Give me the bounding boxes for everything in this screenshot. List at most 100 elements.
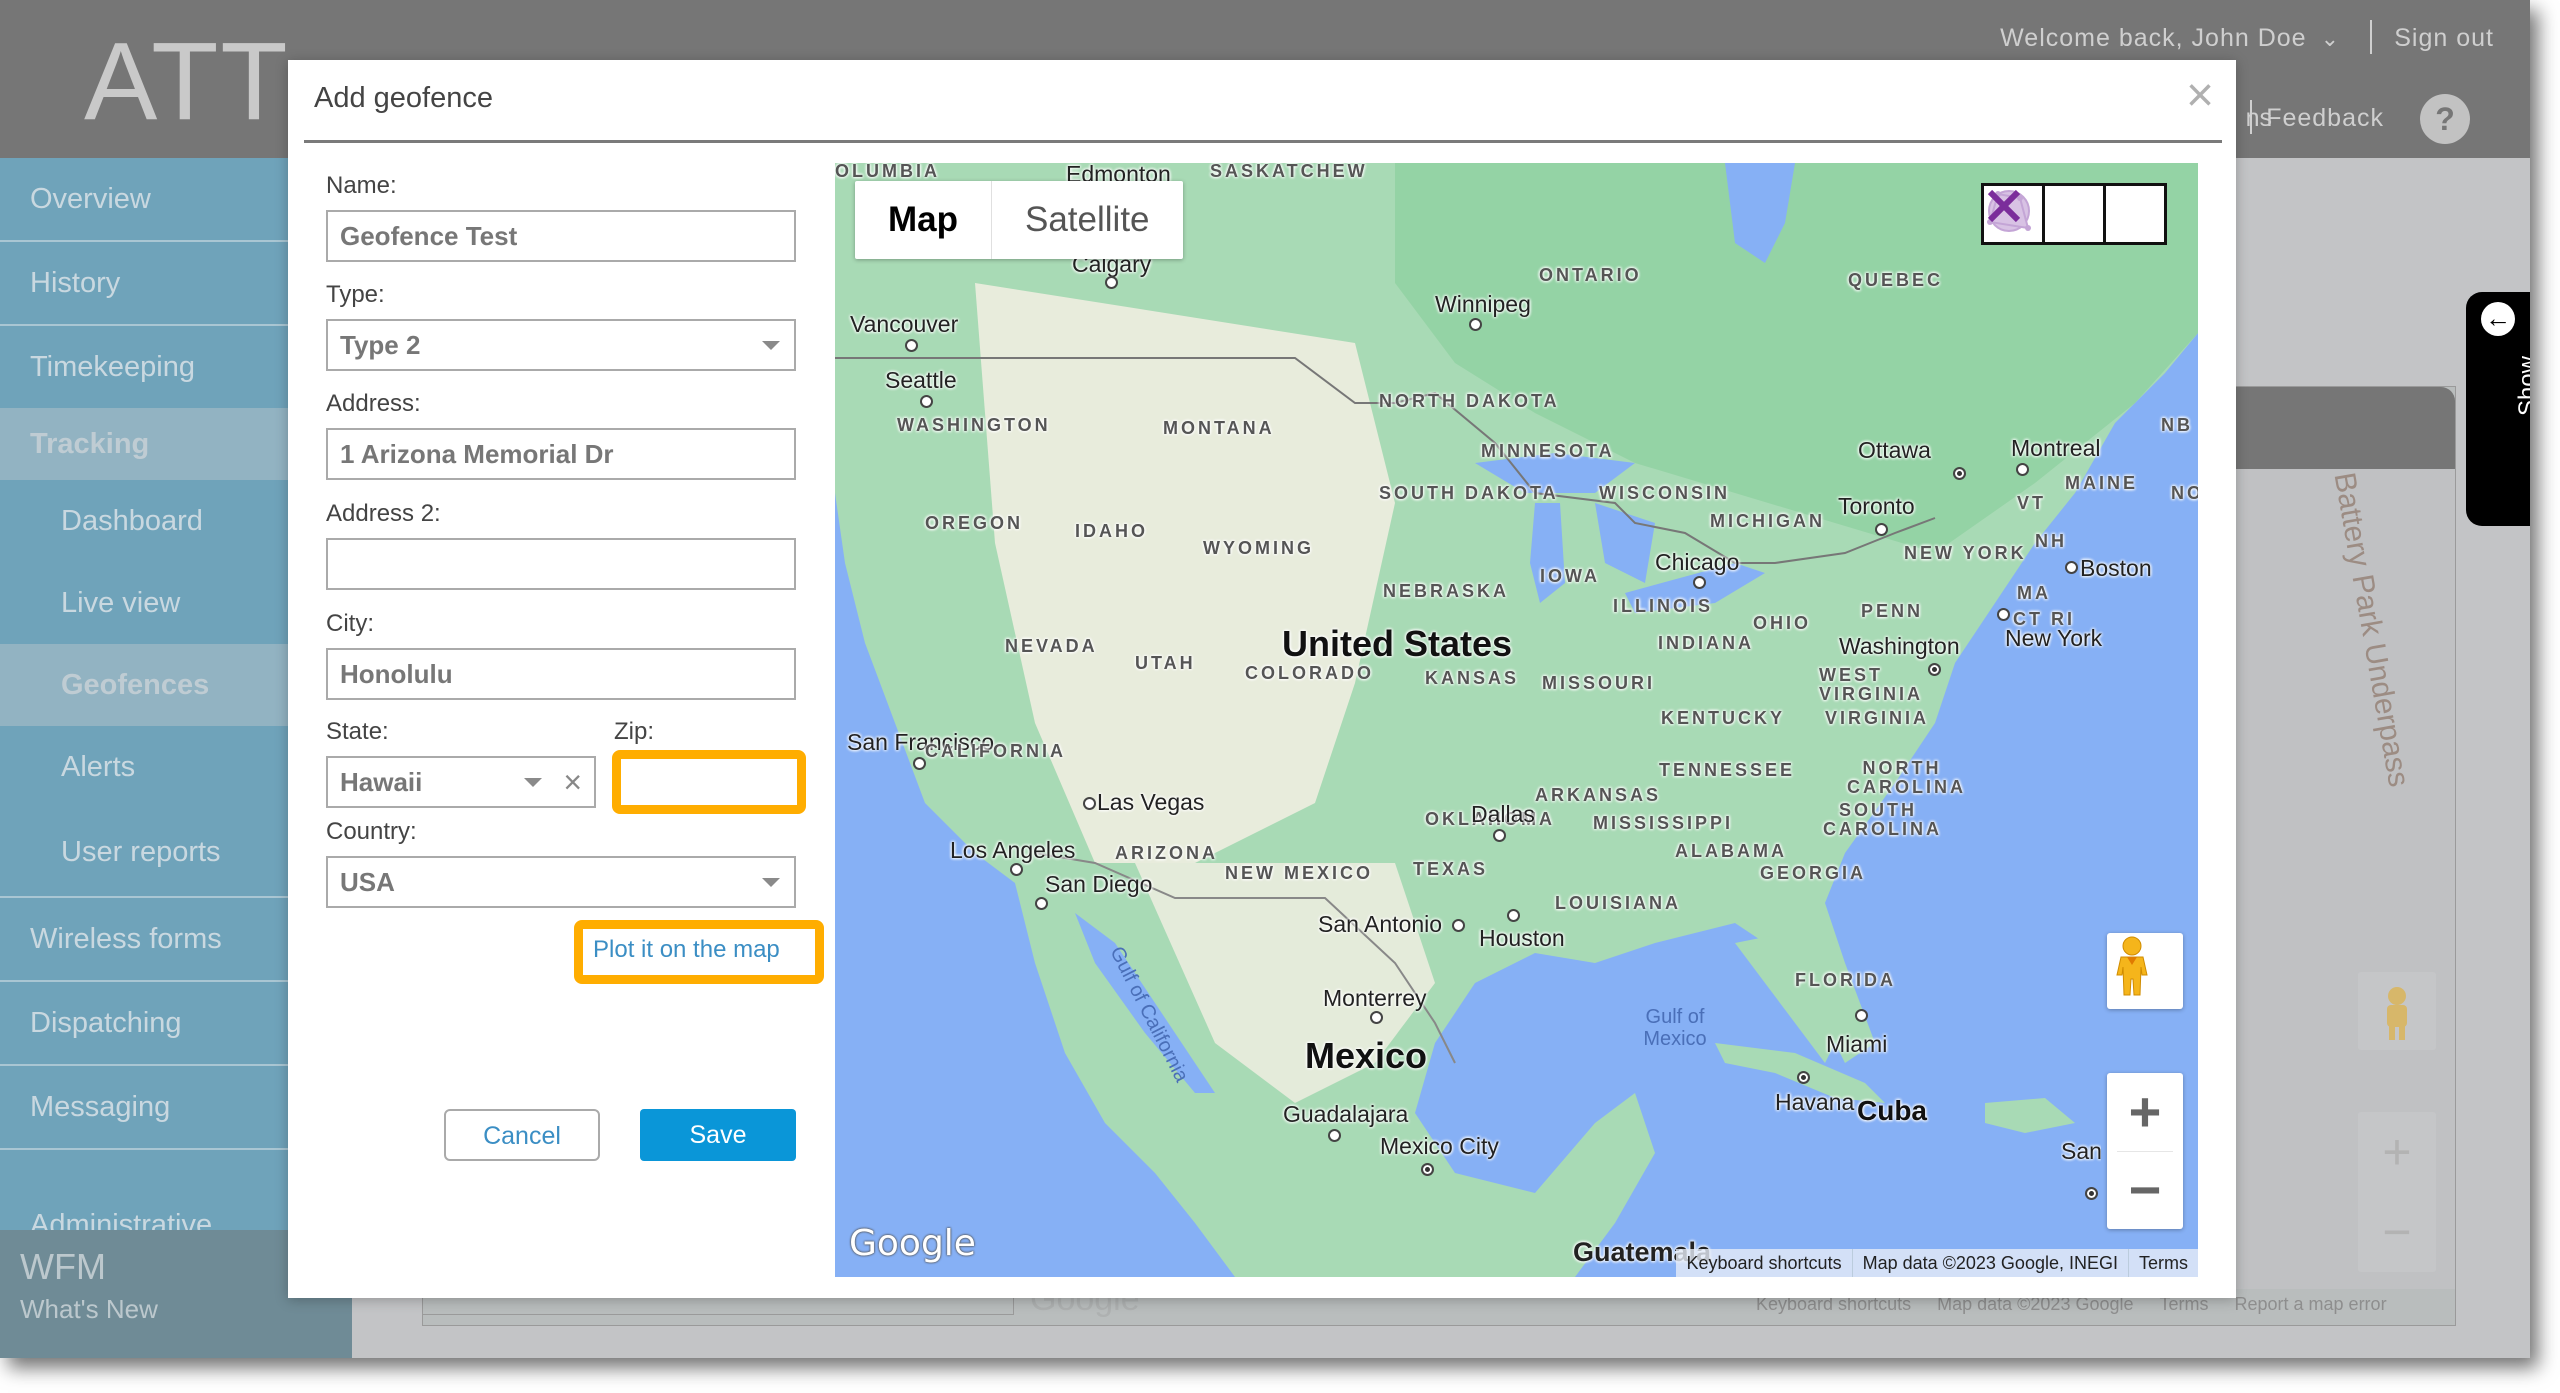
capital-marker: [1953, 467, 1966, 480]
save-button[interactable]: Save: [640, 1109, 796, 1161]
region-label: MISSOURI: [1542, 673, 1656, 693]
zoom-out-button[interactable]: −: [2107, 1151, 2183, 1229]
country-label: Country:: [326, 818, 417, 845]
region-label: OLUMBIA: [835, 163, 940, 181]
city-label: San Diego: [1045, 871, 1153, 897]
region-label: NEW MEXICO: [1225, 863, 1374, 883]
polygon-tool-button[interactable]: [1987, 186, 2106, 242]
zoom-in-button[interactable]: +: [2107, 1073, 2183, 1151]
city-label: Miami: [1826, 1031, 1888, 1057]
type-label: Type:: [326, 281, 385, 308]
help-icon[interactable]: ?: [2420, 94, 2470, 144]
map-attribution: Keyboard shortcuts Map data ©2023 Google…: [1676, 1249, 2198, 1277]
region-label: SOUTH DAKOTA: [1379, 483, 1559, 503]
region-label: MISSISSIPPI: [1593, 813, 1734, 833]
city-label: Vancouver: [850, 311, 959, 337]
city-label: Monterrey: [1323, 985, 1427, 1011]
region-label: WYOMING: [1203, 538, 1314, 558]
sidebar-item-label: Geofences: [61, 668, 210, 701]
region-label: FLORIDA: [1795, 970, 1896, 990]
whats-new-link[interactable]: What's New: [20, 1294, 158, 1325]
clear-icon[interactable]: ×: [563, 758, 582, 806]
close-icon[interactable]: ×: [2186, 72, 2214, 120]
feedback-link[interactable]: Feedback: [2266, 104, 2384, 133]
type-select[interactable]: Type 2: [326, 319, 796, 371]
region-label: NEVADA: [1005, 636, 1098, 656]
state-value: Hawaii: [340, 767, 423, 797]
region-label: ARKANSAS: [1535, 785, 1662, 805]
welcome-text: Welcome back, John Doe: [2000, 24, 2307, 52]
caret-down-icon: [762, 878, 780, 887]
region-label: WEST VIRGINIA: [1819, 665, 1924, 704]
plot-on-map-link[interactable]: Plot it on the map: [593, 936, 780, 964]
city-marker: [920, 395, 933, 408]
sidebar-item-label: Dispatching: [30, 1006, 182, 1039]
city-label: Mexico City: [1380, 1133, 1499, 1159]
city-label: Guadalajara: [1283, 1101, 1409, 1127]
chevron-down-icon: ⌄: [2320, 25, 2340, 51]
region-label: OHIO: [1753, 613, 1812, 633]
street-view-pegman[interactable]: [2107, 933, 2183, 1009]
capital-marker: [1928, 663, 1941, 676]
capital-marker: [1797, 1071, 1810, 1084]
region-label: NEW YORK: [1904, 543, 2027, 563]
city-marker: [1855, 1009, 1868, 1022]
region-label: QUEBEC: [1848, 270, 1944, 290]
city-marker: [1328, 1129, 1341, 1142]
region-label: IDAHO: [1075, 521, 1148, 541]
region-label: NO: [2171, 483, 2198, 503]
terms-link[interactable]: Terms: [2128, 1249, 2198, 1277]
country-label: Cuba: [1857, 1095, 1927, 1126]
sidebar-item-label: Overview: [30, 182, 151, 215]
city-label: Boston: [2080, 555, 2152, 581]
type-value: Type 2: [340, 330, 421, 360]
region-label: ARIZONA: [1115, 843, 1218, 863]
sign-out-link[interactable]: Sign out: [2394, 24, 2494, 53]
cancel-button[interactable]: Cancel: [444, 1109, 600, 1161]
country-label: Mexico: [1305, 1035, 1428, 1076]
user-menu[interactable]: Welcome back, John Doe ⌄: [2000, 24, 2340, 53]
add-geofence-dialog: Add geofence × Name: Geofence Test Type:…: [288, 60, 2236, 1298]
address2-input[interactable]: [326, 538, 796, 590]
sidebar-item-label: Dashboard: [61, 504, 203, 537]
region-label: OREGON: [925, 513, 1024, 533]
zoom-divider: [2117, 1151, 2173, 1152]
drawing-toolbar: [1981, 183, 2167, 245]
city-marker: [1997, 608, 2010, 621]
region-label: KANSAS: [1425, 668, 1520, 688]
show-panel-tab[interactable]: ← Show: [2466, 292, 2530, 526]
land-hispaniola: [1985, 1098, 2075, 1133]
city-label: Los Angeles: [950, 837, 1076, 863]
city-marker: [2016, 463, 2029, 476]
city-label: Havana: [1775, 1089, 1855, 1115]
city-marker: [1693, 576, 1706, 589]
delete-shape-button[interactable]: [1987, 186, 2164, 242]
region-label: GEORGIA: [1760, 863, 1867, 883]
address-input[interactable]: 1 Arizona Memorial Dr: [326, 428, 796, 480]
keyboard-shortcuts-link[interactable]: Keyboard shortcuts: [1676, 1249, 1851, 1277]
region-label: MINNESOTA: [1481, 441, 1615, 461]
title-divider: [304, 140, 2222, 143]
region-label: MA: [2017, 583, 2051, 603]
map-type-map-button[interactable]: Map: [855, 181, 992, 259]
sidebar-item-label: Alerts: [61, 750, 136, 783]
city-label: Winnipeg: [1435, 291, 1531, 317]
sidebar-item-label: Tracking: [30, 427, 150, 460]
name-input[interactable]: Geofence Test: [326, 210, 796, 262]
city-label: Ottawa: [1858, 437, 1931, 463]
city-label: San Antonio: [1318, 911, 1443, 937]
city-label: Montreal: [2011, 435, 2101, 461]
dialog-title: Add geofence: [314, 82, 493, 114]
region-label: MAINE: [2065, 473, 2138, 493]
geofence-map[interactable]: OLUMBIA Edmonton SASKATCHEW Calgary Vanc…: [835, 163, 2198, 1277]
region-label: NH: [2035, 531, 2067, 551]
google-logo[interactable]: Google: [849, 1223, 976, 1264]
city-marker: [905, 339, 918, 352]
name-label: Name:: [326, 172, 397, 199]
state-select[interactable]: Hawaii ×: [326, 756, 596, 808]
city-input[interactable]: Honolulu: [326, 648, 796, 700]
city-label: City:: [326, 610, 374, 637]
zip-input[interactable]: [621, 759, 797, 805]
country-select[interactable]: USA: [326, 856, 796, 908]
map-type-satellite-button[interactable]: Satellite: [992, 181, 1183, 259]
